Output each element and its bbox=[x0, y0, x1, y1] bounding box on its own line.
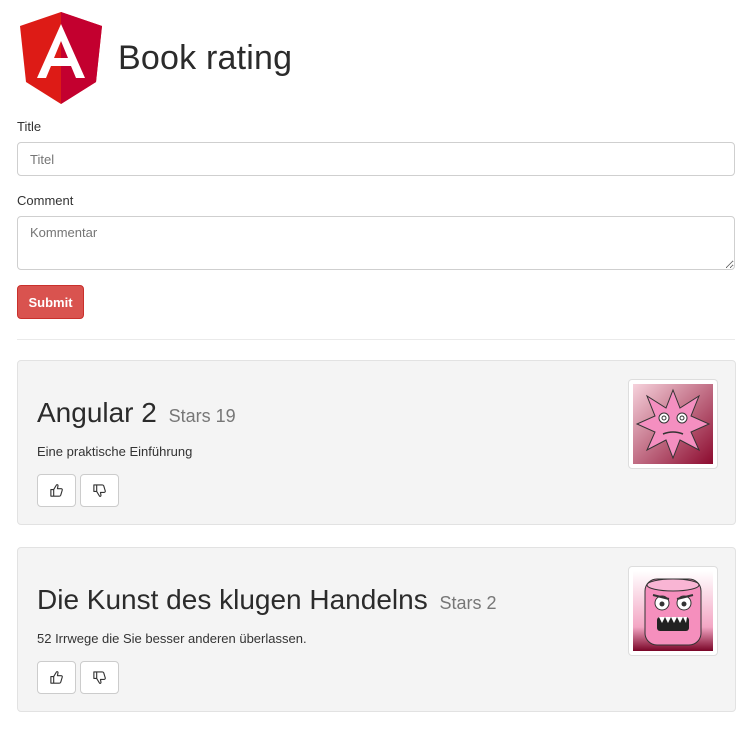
thumbs-down-icon bbox=[93, 671, 106, 684]
thumbs-up-icon bbox=[50, 484, 63, 497]
thumbs-up-icon bbox=[50, 671, 63, 684]
thumbs-down-button[interactable] bbox=[80, 661, 119, 694]
comment-label: Comment bbox=[17, 193, 74, 208]
angular-logo-icon bbox=[20, 12, 102, 104]
title-label: Title bbox=[17, 119, 42, 134]
comment-textarea[interactable] bbox=[17, 216, 735, 270]
thumbs-down-button[interactable] bbox=[80, 474, 119, 507]
book-title: Angular 2 bbox=[37, 397, 157, 428]
divider bbox=[17, 339, 735, 340]
submit-button[interactable]: Submit bbox=[17, 285, 84, 319]
book-title: Die Kunst des klugen Handelns bbox=[37, 584, 428, 615]
book-description: Eine praktische Einführung bbox=[37, 444, 193, 459]
title-input[interactable] bbox=[17, 142, 735, 176]
book-avatar bbox=[628, 566, 718, 656]
book-description: 52 Irrwege die Sie besser anderen überla… bbox=[37, 631, 307, 646]
book-avatar bbox=[628, 379, 718, 469]
thumbs-up-button[interactable] bbox=[37, 661, 76, 694]
book-title-line: Angular 2 Stars 19 bbox=[37, 397, 236, 429]
header: Book rating bbox=[20, 12, 292, 104]
thumbs-up-button[interactable] bbox=[37, 474, 76, 507]
thumbs-down-icon bbox=[93, 484, 106, 497]
book-card: Angular 2 Stars 19 Eine praktische Einfü… bbox=[17, 360, 736, 525]
page-title: Book rating bbox=[118, 38, 293, 77]
book-title-line: Die Kunst des klugen Handelns Stars 2 bbox=[37, 584, 497, 616]
pink-star-monster-avatar bbox=[633, 384, 713, 464]
pink-block-monster-avatar bbox=[633, 571, 713, 651]
book-stars: Stars 2 bbox=[439, 593, 497, 613]
book-stars: Stars 19 bbox=[168, 406, 236, 426]
book-card: Die Kunst des klugen Handelns Stars 2 52… bbox=[17, 547, 736, 712]
